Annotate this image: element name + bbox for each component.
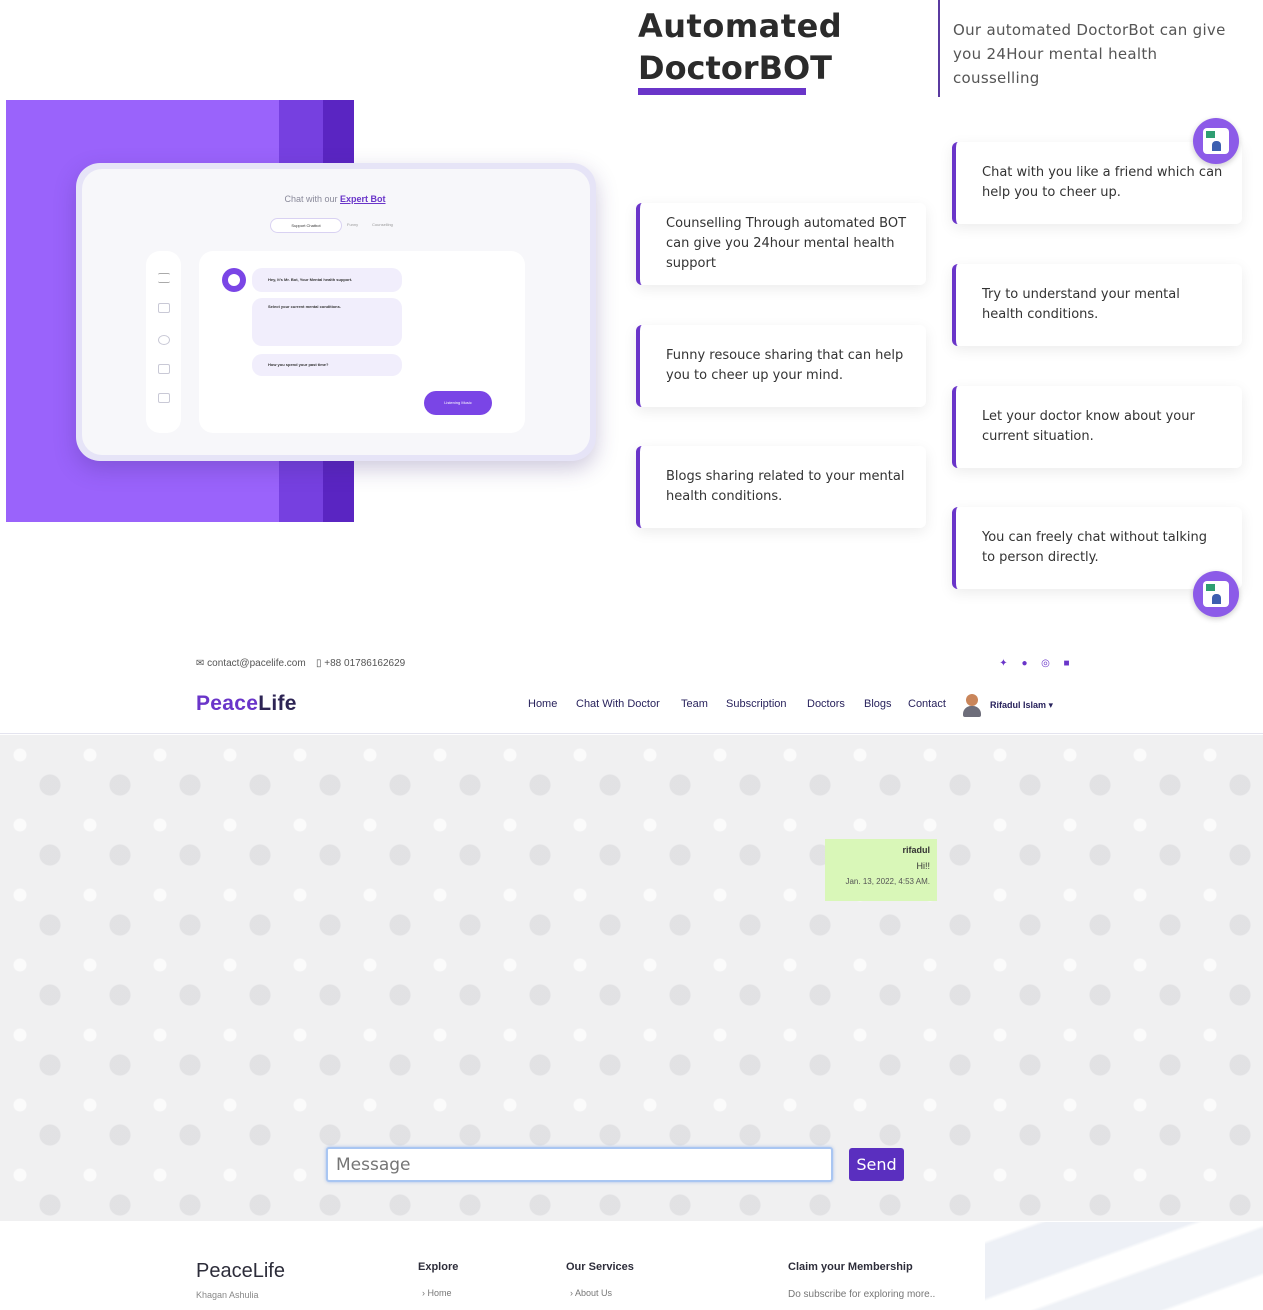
feature-card: Blogs sharing related to your mental hea… [636,446,926,528]
vertical-divider [938,0,940,97]
doctor-bot-icon[interactable] [1193,118,1239,164]
footer-link-about-label[interactable]: About Us [575,1288,612,1298]
footer-membership-heading: Claim your Membership [788,1261,913,1273]
footer-link-home[interactable]: › Home [422,1288,452,1298]
video-icon [158,364,170,374]
mockup-bubble: Select your current mental conditions. [252,298,402,346]
feature-card: Try to understand your mental health con… [952,264,1242,346]
facebook-icon[interactable]: ● [1019,658,1030,669]
mockup-title: Chat with our Expert Bot [250,194,420,204]
doctor-bot-icon[interactable] [1193,571,1239,617]
footer-membership-text: Do subscribe for exploring more.. [788,1289,936,1300]
send-button[interactable]: Send [849,1148,904,1181]
feature-card: You can freely chat without talking to p… [952,507,1242,589]
mockup-tab-funny: Funny [347,222,359,227]
mockup-title-highlight: Expert Bot [340,194,386,204]
nav-contact[interactable]: Contact [908,698,946,710]
nav-team[interactable]: Team [681,698,708,710]
nav-subscription[interactable]: Subscription [726,698,787,710]
message-text: Hi!! [916,861,931,871]
mockup-tab-counselling: Counselling [372,222,393,227]
social-links: ✦ ● ◎ ■ [998,658,1072,669]
mockup-listening-music-button: Listening Music [424,391,492,415]
instagram-icon[interactable]: ◎ [1040,658,1051,669]
document-icon [158,393,170,403]
topbar-email[interactable]: ✉ contact@pacelife.com [196,658,306,669]
message-input[interactable] [326,1147,833,1182]
mockup-tab-support-chatbot: Support Chatbot [270,218,342,233]
logo-part2[interactable]: Life [258,692,297,715]
topbar-phone[interactable]: ▯ +88 01786162629 [316,658,405,669]
bot-avatar-icon [222,268,246,292]
email-text[interactable]: contact@pacelife.com [207,658,306,669]
phone-text[interactable]: +88 01786162629 [324,658,405,669]
twitter-icon[interactable]: ✦ [998,658,1009,669]
feature-title-line1: Automated [638,7,843,45]
footer-address: Khagan Ashulia [196,1290,259,1300]
chat-message: rifadul Hi!! Jan. 13, 2022, 4:53 AM. [825,839,937,901]
message-timestamp: Jan. 13, 2022, 4:53 AM. [845,877,930,886]
user-menu-dropdown[interactable]: Rifadul Islam ▾ [990,700,1053,711]
footer-explore-heading: Explore [418,1261,459,1273]
feature-title-line2: DoctorBOT [638,49,832,87]
footer-link-home-label[interactable]: Home [428,1288,452,1298]
feature-card: Let your doctor know about your current … [952,386,1242,468]
title-underline [638,88,806,95]
linkedin-icon[interactable]: ■ [1061,658,1072,669]
nav-chat-with-doctor[interactable]: Chat With Doctor [576,698,660,710]
nav-home[interactable]: Home [528,698,557,710]
world-map-graphic [985,1222,1263,1310]
nav-doctors[interactable]: Doctors [807,698,845,710]
footer-brand: PeaceLife [196,1260,285,1282]
feature-card: Counselling Through automated BOT can gi… [636,203,926,285]
user-avatar[interactable] [962,694,982,718]
logo-part1[interactable]: Peace [196,692,258,715]
mockup-bubble: How you spend your past time? [252,354,402,376]
footer-link-about[interactable]: › About Us [570,1288,612,1298]
site-logo[interactable]: PeaceLife [196,692,297,716]
menu-icon [158,273,170,283]
chat-icon [158,335,170,345]
message-username: rifadul [902,845,930,855]
music-icon [158,303,170,313]
feature-description: Our automated DoctorBot can give you 24H… [953,21,1226,87]
feature-card: Funny resouce sharing that can help you … [636,325,926,407]
nav-blogs[interactable]: Blogs [864,698,892,710]
mockup-title-prefix: Chat with our [284,194,340,204]
footer-services-heading: Our Services [566,1261,634,1273]
mockup-bubble: Hey, It's Mr. Bot, Your Mental health su… [252,268,402,292]
